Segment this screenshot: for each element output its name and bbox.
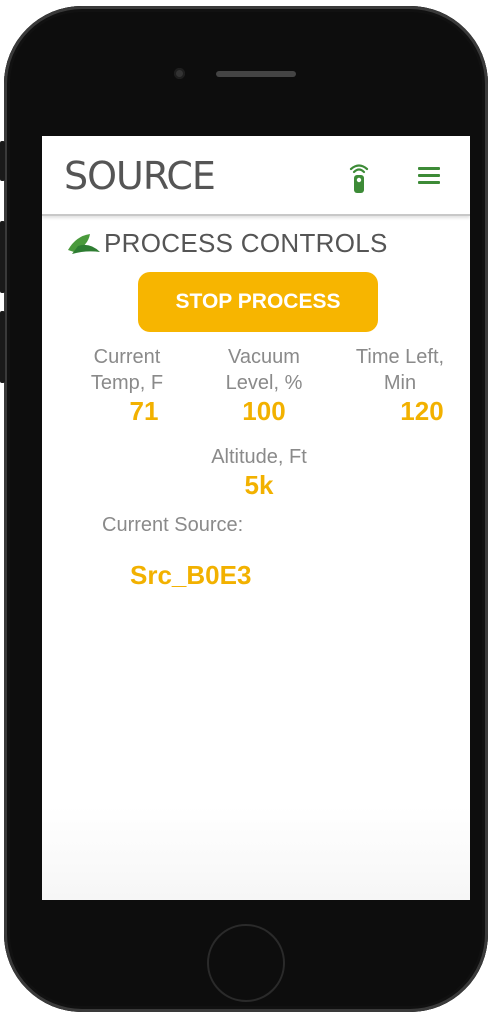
time-left-label-line2: Min bbox=[383, 372, 417, 394]
hamburger-menu-icon[interactable] bbox=[418, 167, 440, 185]
vacuum-level-value: 100 bbox=[242, 396, 286, 426]
time-left-label-line1: Time Left, bbox=[355, 346, 445, 368]
volume-up-button bbox=[0, 221, 5, 293]
current-temp-label-line2: Temp, F bbox=[90, 372, 164, 394]
current-temp-value: 71 bbox=[129, 396, 159, 426]
altitude-value: 5k bbox=[244, 470, 274, 500]
screen-bottom-area bbox=[42, 806, 470, 900]
app-screen: SOURCE PROCESS CONTROLS STOP PROCESS Cur… bbox=[42, 136, 470, 900]
source-logo[interactable]: SOURCE bbox=[64, 154, 216, 198]
mute-switch bbox=[0, 141, 5, 181]
current-source-value: Src_B0E3 bbox=[130, 560, 252, 590]
time-left-value: 120 bbox=[400, 396, 444, 426]
vacuum-level-label-line2: Level, % bbox=[225, 372, 303, 394]
remote-control-icon[interactable] bbox=[348, 162, 370, 194]
section-title: PROCESS CONTROLS bbox=[104, 227, 388, 258]
app-header: SOURCE bbox=[42, 136, 470, 216]
earpiece-speaker bbox=[216, 71, 296, 77]
stop-process-button[interactable]: STOP PROCESS bbox=[138, 272, 378, 332]
vacuum-level-label-line1: Vacuum bbox=[228, 346, 300, 368]
altitude-label: Altitude, Ft bbox=[211, 446, 307, 468]
front-camera bbox=[174, 68, 185, 79]
phone-frame: SOURCE PROCESS CONTROLS STOP PROCESS Cur… bbox=[0, 6, 488, 1012]
section-header: PROCESS CONTROLS bbox=[66, 228, 388, 258]
volume-down-button bbox=[0, 311, 5, 383]
time-left-stat: Time Left, Min 120 bbox=[340, 344, 460, 426]
current-source-label: Current Source: bbox=[102, 514, 244, 536]
vacuum-level-stat: Vacuum Level, % 100 bbox=[206, 344, 322, 426]
altitude-stat: Altitude, Ft 5k bbox=[190, 444, 328, 500]
current-temp-label-line1: Current bbox=[93, 346, 161, 368]
current-temp-stat: Current Temp, F 71 bbox=[72, 344, 182, 426]
home-button[interactable] bbox=[207, 924, 285, 1002]
leaf-icon bbox=[68, 234, 100, 254]
